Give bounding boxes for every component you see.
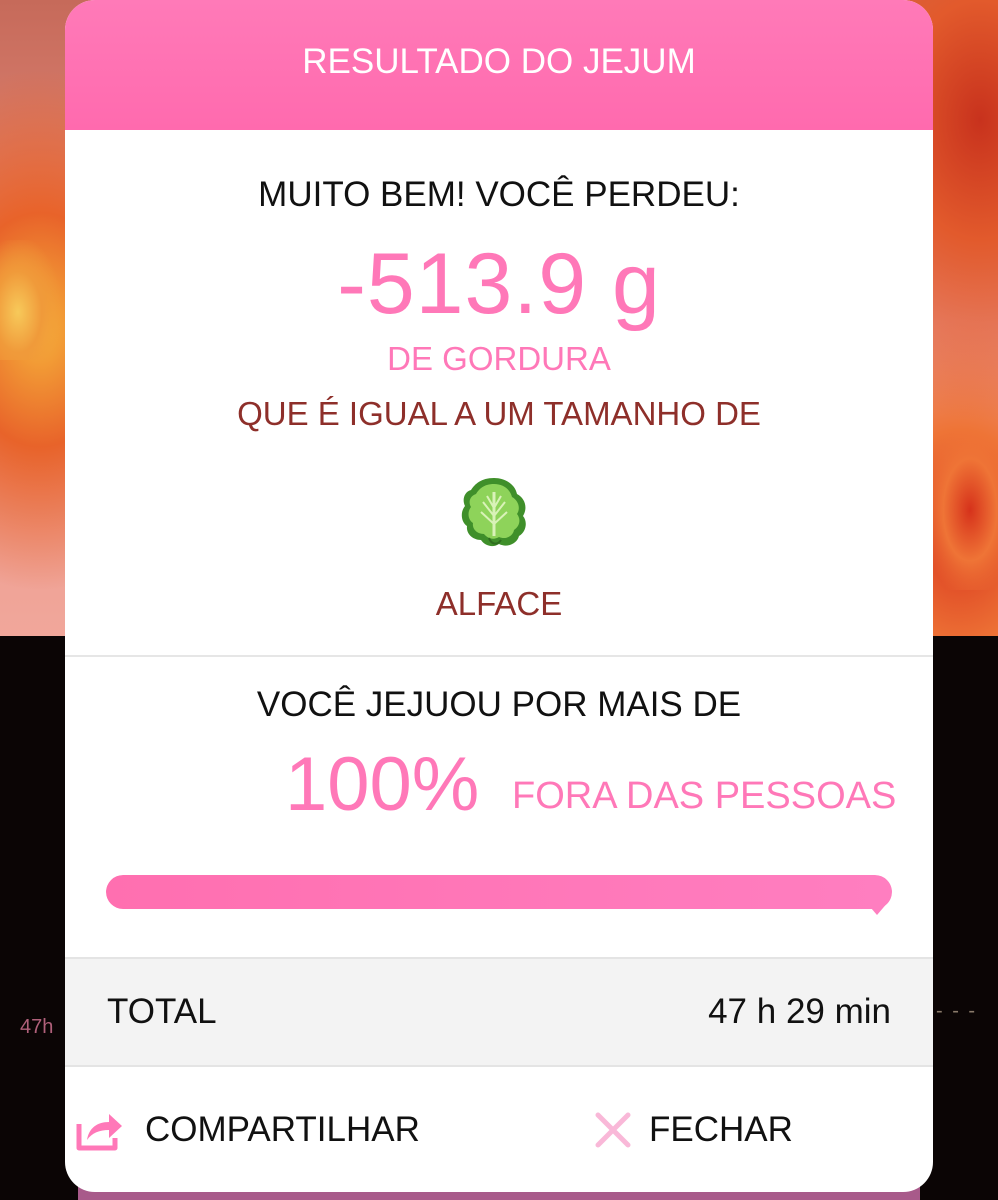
close-button[interactable]: FECHAR xyxy=(593,1067,793,1192)
modal-actions: COMPARTILHAR FECHAR xyxy=(65,1067,933,1192)
modal-title: RESULTADO DO JEJUM xyxy=(302,42,696,81)
total-duration-row: TOTAL 47 h 29 min xyxy=(65,957,933,1067)
lettuce-icon xyxy=(461,478,526,547)
total-duration-value: 47 h 29 min xyxy=(708,992,891,1031)
result-intro-text: MUITO BEM! VOCÊ PERDEU: xyxy=(258,175,740,214)
ranking-intro-text: VOCÊ JEJUOU POR MAIS DE xyxy=(256,685,742,724)
modal-header: RESULTADO DO JEJUM xyxy=(65,0,933,130)
comparison-text: QUE É IGUAL A UM TAMANHO DE xyxy=(237,395,761,432)
fat-loss-value: -513.9 g xyxy=(337,236,661,332)
fat-label: DE GORDURA xyxy=(387,340,611,377)
ranking-caption: FORA DAS PESSOAS xyxy=(512,775,897,817)
ranking-progress-bar xyxy=(106,875,892,909)
ranking-section: VOCÊ JEJUOU POR MAIS DE 100% FORA DAS PE… xyxy=(65,657,933,957)
share-button-label: COMPARTILHAR xyxy=(145,1110,420,1149)
food-name: ALFACE xyxy=(435,585,563,622)
share-button[interactable]: COMPARTILHAR xyxy=(75,1067,420,1192)
share-icon xyxy=(76,1114,122,1151)
fasting-result-modal: RESULTADO DO JEJUM MUITO BEM! VOCÊ PERDE… xyxy=(65,0,933,1192)
close-button-label: FECHAR xyxy=(649,1110,793,1149)
progress-marker-icon xyxy=(865,901,889,915)
fat-loss-section: MUITO BEM! VOCÊ PERDEU: -513.9 g DE GORD… xyxy=(65,130,933,655)
close-icon xyxy=(595,1112,631,1148)
background-dashes: - - - xyxy=(936,1000,978,1022)
total-label: TOTAL xyxy=(107,992,217,1031)
flame-illustration-left xyxy=(0,240,60,360)
ranking-progress-fill xyxy=(106,875,892,909)
ranking-percent: 100% xyxy=(285,742,480,827)
flame-illustration-right xyxy=(928,430,998,590)
background-timer-hint: 47h xyxy=(20,1016,54,1038)
